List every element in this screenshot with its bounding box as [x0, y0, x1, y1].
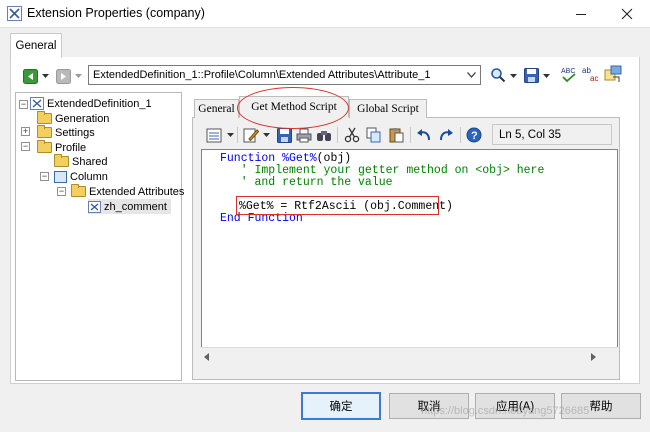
redo-icon[interactable]: [437, 126, 455, 144]
collapse-icon[interactable]: −: [19, 100, 28, 109]
collapse-icon[interactable]: −: [21, 142, 30, 151]
help-button[interactable]: 帮助: [561, 393, 641, 419]
paste-icon[interactable]: [387, 126, 405, 144]
back-dropdown-icon[interactable]: [40, 67, 50, 85]
tab-general[interactable]: General: [10, 33, 62, 58]
app-icon: [7, 6, 22, 21]
forward-dropdown-icon[interactable]: [73, 67, 83, 85]
tab-general-script[interactable]: General: [194, 99, 239, 118]
minimize-button[interactable]: [558, 0, 604, 28]
chevron-down-icon[interactable]: [462, 66, 480, 84]
code-line-3: ' and return the value: [220, 176, 393, 189]
folder-icon: [37, 125, 52, 138]
separator: [460, 127, 461, 143]
search-dropdown-icon[interactable]: [508, 67, 518, 85]
edit-icon[interactable]: [242, 126, 260, 144]
folder-icon: [54, 154, 69, 167]
folder-open-icon: [71, 184, 86, 197]
separator: [410, 127, 411, 143]
copy-icon[interactable]: [365, 126, 383, 144]
script-menu-dropdown-icon[interactable]: [225, 126, 235, 144]
folder-open-icon: [37, 140, 52, 153]
undo-icon[interactable]: [415, 126, 433, 144]
cut-icon[interactable]: [343, 126, 361, 144]
path-combobox[interactable]: ExtendedDefinition_1::Profile\Column\Ext…: [88, 65, 481, 85]
find-icon[interactable]: [315, 126, 333, 144]
replace-icon[interactable]: ab ac: [582, 65, 600, 83]
folder-icon: [37, 111, 52, 124]
window-title: Extension Properties (company): [27, 6, 205, 20]
script-editor[interactable]: Function %Get%(obj) ' Implement your get…: [201, 149, 618, 362]
separator: [237, 127, 238, 143]
highlight-box: [236, 196, 439, 215]
collapse-icon[interactable]: −: [40, 172, 49, 181]
tree-item-extended-attributes[interactable]: Extended Attributes: [71, 184, 184, 199]
cursor-position: Ln 5, Col 35: [492, 124, 612, 145]
svg-text:ABC: ABC: [561, 68, 575, 75]
scroll-left-icon[interactable]: [204, 352, 210, 364]
tree-item-root[interactable]: ExtendedDefinition_1: [30, 96, 152, 111]
extension-icon: [30, 97, 44, 110]
tree-item-shared[interactable]: Shared: [54, 154, 107, 169]
attribute-icon: [88, 200, 101, 213]
tree-item-column[interactable]: Column: [54, 169, 108, 184]
back-button[interactable]: [22, 67, 38, 85]
ok-button[interactable]: 确定: [301, 392, 381, 420]
column-icon: [54, 170, 67, 183]
highlight-ellipse: [237, 87, 349, 129]
tree-item-profile[interactable]: Profile: [37, 140, 86, 155]
search-icon[interactable]: [489, 66, 507, 84]
collapse-icon[interactable]: −: [57, 187, 66, 196]
forward-button[interactable]: [55, 67, 71, 85]
tree-item-generation[interactable]: Generation: [37, 111, 109, 126]
properties-icon[interactable]: [604, 65, 622, 83]
svg-text:ac: ac: [590, 74, 598, 83]
expand-icon[interactable]: +: [21, 127, 30, 136]
tree-item-settings[interactable]: Settings: [37, 125, 95, 140]
tree-item-zh-comment[interactable]: zh_comment: [88, 199, 171, 214]
edit-dropdown-icon[interactable]: [261, 126, 271, 144]
spellcheck-icon[interactable]: ABC: [560, 65, 578, 83]
script-menu-icon[interactable]: [205, 126, 223, 144]
close-button[interactable]: [604, 0, 650, 28]
apply-button[interactable]: 应用(A): [475, 393, 555, 419]
cancel-button[interactable]: 取消: [389, 393, 469, 419]
help-icon[interactable]: ?: [465, 126, 483, 144]
tab-global-script[interactable]: Global Script: [349, 99, 427, 118]
svg-text:?: ?: [471, 130, 478, 142]
save-icon[interactable]: [522, 66, 540, 84]
definition-tree[interactable]: − ExtendedDefinition_1 Generation + Sett…: [15, 92, 184, 381]
scroll-right-icon[interactable]: [591, 352, 597, 364]
horizontal-scrollbar[interactable]: [201, 347, 618, 364]
separator: [337, 127, 338, 143]
save-dropdown-icon[interactable]: [541, 67, 551, 85]
